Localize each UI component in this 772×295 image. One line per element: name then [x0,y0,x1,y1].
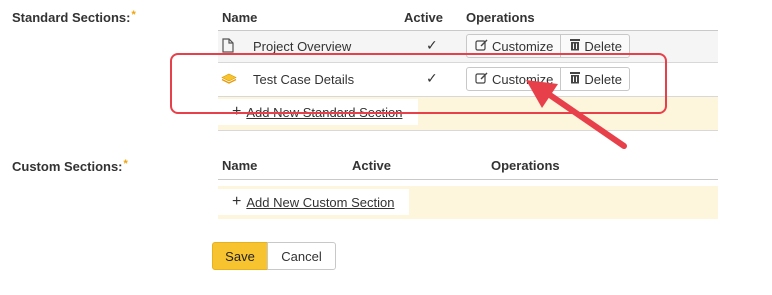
row-operations: Customize Delete [466,34,630,58]
add-standard-section-label: Add New Standard Section [246,104,403,120]
edit-icon [475,71,492,88]
required-asterisk: * [131,9,136,21]
custom-header-name: Name [222,158,258,173]
add-custom-section-link[interactable]: + Add New Custom Section [218,189,409,215]
add-standard-section-link[interactable]: + Add New Standard Section [218,99,418,125]
customize-label: Customize [492,38,554,54]
active-check-icon: ✓ [426,70,438,86]
table-bottom-divider [218,130,718,131]
save-button[interactable]: Save [212,242,268,270]
delete-label: Delete [584,38,622,54]
section-name: Test Case Details [253,72,355,87]
edit-icon [475,38,492,55]
layers-icon [221,73,237,88]
plus-icon: + [232,103,242,120]
standard-header-name: Name [222,10,258,25]
delete-button[interactable]: Delete [560,35,629,57]
standard-header-operations: Operations [466,10,535,25]
trash-icon [569,38,584,54]
active-check-icon: ✓ [426,37,438,53]
custom-header-operations: Operations [491,158,560,173]
section-name: Project Overview [253,39,352,54]
plus-icon: + [232,193,242,210]
standard-header-active: Active [404,10,444,25]
custom-header-active: Active [352,158,392,173]
standard-sections-label: Standard Sections:* [12,9,136,25]
row-divider [218,62,718,63]
required-asterisk: * [123,158,128,170]
custom-header-divider [218,179,718,180]
cancel-button[interactable]: Cancel [267,242,336,270]
annotation-arrow-icon [526,80,627,149]
add-custom-section-label: Add New Custom Section [246,194,395,210]
custom-sections-label: Custom Sections:* [12,158,128,174]
customize-button[interactable]: Customize [467,35,560,57]
document-icon [222,38,234,56]
